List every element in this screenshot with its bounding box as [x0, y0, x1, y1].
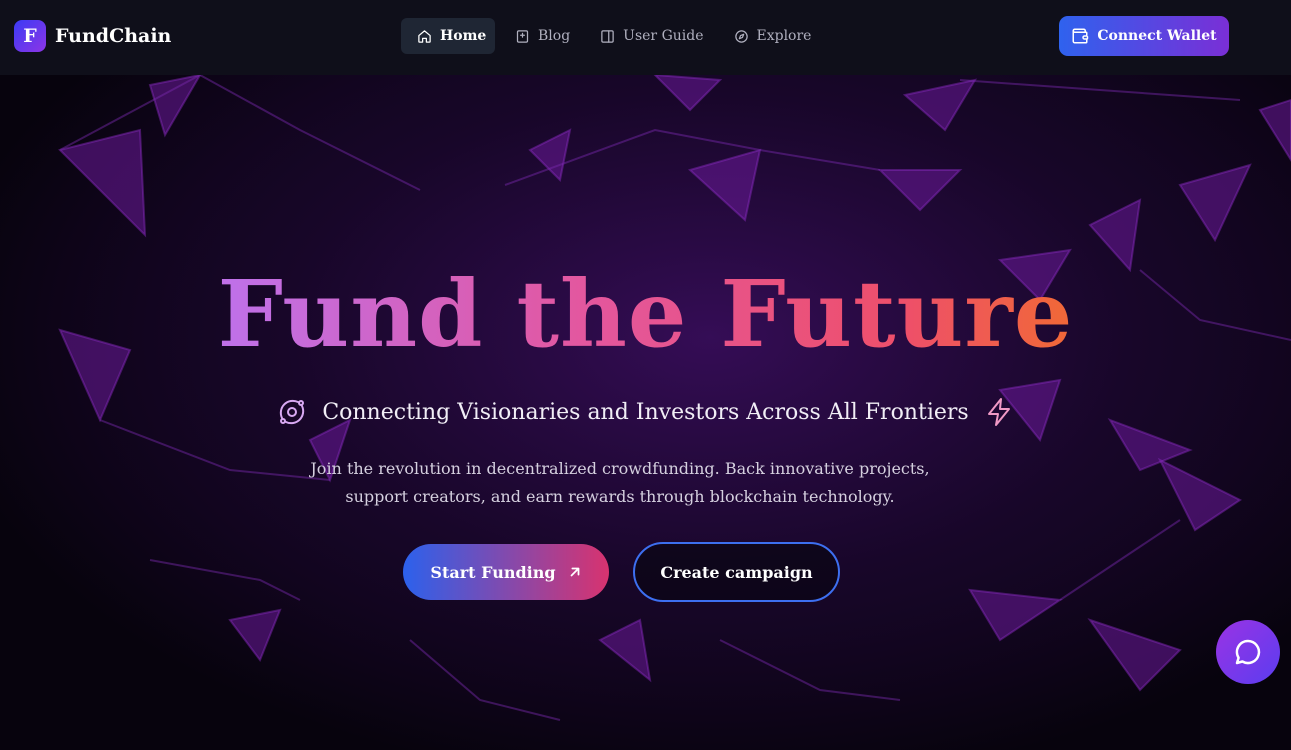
hero-title: Fund the Future: [0, 261, 1291, 368]
chat-button[interactable]: [1216, 620, 1280, 684]
start-funding-label: Start Funding: [430, 562, 556, 582]
nav-item-user-guide[interactable]: User Guide: [586, 18, 717, 54]
wallet-icon: [1072, 28, 1089, 44]
top-navbar: F FundChain Home Blog User Guide Explore…: [0, 0, 1291, 75]
nav-item-explore[interactable]: Explore: [720, 18, 826, 54]
create-campaign-button[interactable]: Create campaign: [633, 542, 840, 602]
orbit-icon: [280, 399, 305, 425]
nav-item-label: Explore: [756, 28, 812, 44]
book-icon: [516, 29, 529, 43]
compass-icon: [734, 29, 748, 43]
lightning-icon: [987, 398, 1010, 426]
start-funding-button[interactable]: Start Funding: [403, 544, 609, 600]
nav-item-label: Home: [440, 28, 487, 44]
description-line-2: support creators, and earn rewards throu…: [345, 487, 895, 506]
connect-wallet-button[interactable]: Connect Wallet: [1059, 16, 1229, 56]
hero-tagline: Connecting Visionaries and Investors Acr…: [0, 396, 1291, 428]
chat-bubble-icon: [1235, 639, 1261, 665]
nav-item-label: User Guide: [623, 28, 704, 44]
nav-item-home[interactable]: Home: [401, 18, 495, 54]
main-menu: Home Blog User Guide Explore: [401, 18, 825, 54]
tagline-text: Connecting Visionaries and Investors Acr…: [322, 399, 969, 425]
brand-name: FundChain: [55, 25, 172, 47]
background-plexus: [0, 0, 1291, 750]
brand[interactable]: F FundChain: [14, 20, 171, 52]
page: F FundChain Home Blog User Guide Explore…: [0, 0, 1291, 750]
panel-icon: [601, 29, 614, 43]
arrow-up-right-icon: [570, 567, 579, 577]
home-icon: [418, 29, 431, 43]
nav-item-label: Blog: [538, 28, 571, 44]
hero-description: Join the revolution in decentralized cro…: [300, 455, 940, 511]
nav-item-blog[interactable]: Blog: [501, 18, 584, 54]
brand-logo: F: [14, 20, 46, 52]
description-line-1: Join the revolution in decentralized cro…: [310, 459, 930, 478]
connect-wallet-label: Connect Wallet: [1097, 28, 1217, 44]
